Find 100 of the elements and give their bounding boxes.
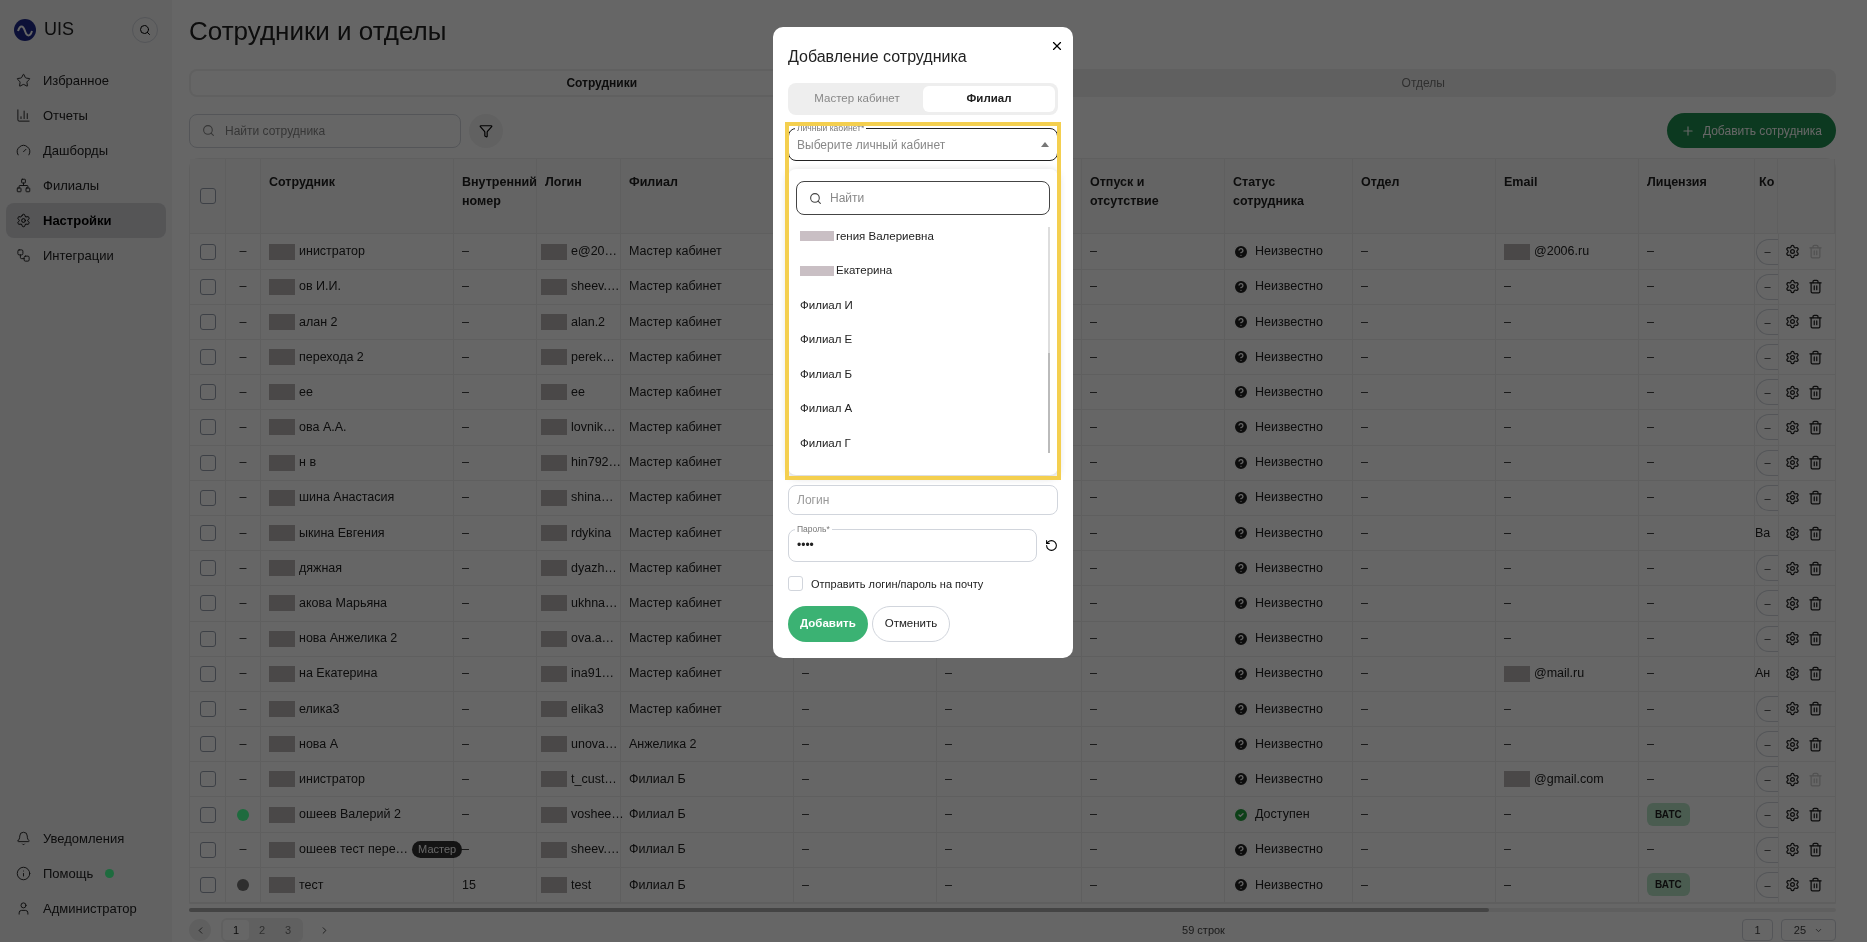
- row-checkbox[interactable]: [199, 876, 216, 893]
- filter-button[interactable]: [469, 113, 503, 148]
- sidebar-item[interactable]: Отчеты: [6, 98, 166, 133]
- page-size-select[interactable]: 25: [1781, 919, 1836, 941]
- row-checkbox[interactable]: [199, 349, 216, 366]
- segment-tab[interactable]: Филиал: [923, 86, 1055, 112]
- dropdown-option[interactable]: Екатерина: [796, 253, 1048, 288]
- settings-icon[interactable]: [1785, 314, 1800, 330]
- row-checkbox[interactable]: [199, 313, 216, 330]
- row-checkbox[interactable]: [199, 806, 216, 823]
- settings-icon[interactable]: [1785, 595, 1800, 611]
- close-icon[interactable]: [1050, 39, 1064, 53]
- hierarchy-icon: [16, 178, 31, 193]
- column-header: Филиал: [629, 175, 678, 190]
- redaction-block: [541, 806, 567, 823]
- settings-icon[interactable]: [1785, 455, 1800, 471]
- refresh-icon[interactable]: [1045, 538, 1058, 552]
- sidebar-item[interactable]: Дашборды: [6, 133, 166, 168]
- rows-count: 59 строк: [1182, 922, 1225, 938]
- table-cell-text: –: [462, 770, 469, 788]
- trash-icon[interactable]: [1808, 877, 1823, 893]
- table-cell-text: –: [1361, 735, 1368, 753]
- row-checkbox[interactable]: [199, 595, 216, 612]
- trash-icon[interactable]: [1808, 314, 1823, 330]
- table-cell-text: –: [1090, 383, 1097, 401]
- table-cell-text: –: [462, 524, 469, 542]
- sidebar-item[interactable]: Избранное: [6, 63, 166, 98]
- select-all-checkbox[interactable]: [199, 188, 216, 205]
- settings-icon[interactable]: [1785, 666, 1800, 682]
- settings-icon[interactable]: [1785, 701, 1800, 717]
- trash-icon[interactable]: [1808, 279, 1823, 295]
- settings-icon[interactable]: [1785, 807, 1800, 823]
- settings-icon[interactable]: [1785, 736, 1800, 752]
- row-checkbox[interactable]: [199, 771, 216, 788]
- dropdown-option[interactable]: гения Валериевна: [796, 219, 1048, 254]
- sidebar-item[interactable]: Помощь: [6, 856, 166, 891]
- trash-icon[interactable]: [1808, 631, 1823, 647]
- row-checkbox[interactable]: [199, 700, 216, 717]
- row-checkbox[interactable]: [199, 665, 216, 682]
- sidebar-item[interactable]: Настройки: [6, 203, 166, 238]
- row-checkbox[interactable]: [199, 278, 216, 295]
- dropdown-option[interactable]: Филиал Б: [796, 357, 1048, 392]
- row-checkbox[interactable]: [199, 525, 216, 542]
- row-checkbox[interactable]: [199, 489, 216, 506]
- row-checkbox[interactable]: [199, 384, 216, 401]
- settings-icon[interactable]: [1785, 842, 1800, 858]
- settings-icon[interactable]: [1785, 279, 1800, 295]
- trash-icon[interactable]: [1808, 595, 1823, 611]
- trash-icon[interactable]: [1808, 349, 1823, 365]
- row-checkbox[interactable]: [199, 454, 216, 471]
- trash-icon[interactable]: [1808, 736, 1823, 752]
- page-input[interactable]: 1: [1742, 919, 1773, 941]
- settings-icon[interactable]: [1785, 490, 1800, 506]
- settings-icon[interactable]: [1785, 384, 1800, 400]
- sidebar-item[interactable]: Филиалы: [6, 168, 166, 203]
- settings-icon[interactable]: [1785, 877, 1800, 893]
- dropdown-option[interactable]: Филиал Е: [796, 322, 1048, 357]
- sidebar-item[interactable]: Уведомления: [6, 821, 166, 856]
- add-button[interactable]: Добавить: [788, 606, 868, 642]
- dropdown-option[interactable]: Филиал А: [796, 391, 1048, 426]
- search-field[interactable]: Найти: [796, 181, 1050, 215]
- sidebar-item[interactable]: Администратор: [6, 891, 166, 926]
- table-cell-text: –: [1647, 700, 1654, 718]
- trash-icon[interactable]: [1808, 666, 1823, 682]
- login-field[interactable]: Логин: [788, 484, 1058, 515]
- row-checkbox[interactable]: [199, 736, 216, 753]
- add-employee-button[interactable]: Добавить сотрудника: [1666, 113, 1836, 149]
- table-cell-text: 15: [462, 876, 476, 894]
- redaction-block: [269, 489, 295, 506]
- table-cell-text: –: [462, 454, 469, 472]
- page-button[interactable]: 1: [223, 920, 249, 940]
- trash-icon[interactable]: [1808, 419, 1823, 435]
- settings-icon[interactable]: [1785, 631, 1800, 647]
- sidebar-item[interactable]: Интеграции: [6, 238, 166, 273]
- settings-icon[interactable]: [1785, 419, 1800, 435]
- settings-icon[interactable]: [1785, 560, 1800, 576]
- trash-icon[interactable]: [1808, 560, 1823, 576]
- dropdown-option[interactable]: Филиал И: [796, 288, 1048, 323]
- trash-icon[interactable]: [1808, 384, 1823, 400]
- row-checkbox[interactable]: [199, 419, 216, 436]
- table-cell-text: –: [239, 559, 247, 577]
- checkbox[interactable]: [788, 576, 803, 592]
- row-checkbox[interactable]: [199, 841, 216, 858]
- settings-icon[interactable]: [1785, 525, 1800, 541]
- table-cell-text: –: [945, 665, 952, 683]
- trash-icon[interactable]: [1808, 490, 1823, 506]
- trash-icon[interactable]: [1808, 455, 1823, 471]
- settings-icon[interactable]: [1785, 349, 1800, 365]
- dropdown-option[interactable]: Филиал Г: [796, 426, 1048, 461]
- row-checkbox[interactable]: [199, 560, 216, 577]
- search-icon: [809, 191, 822, 205]
- trash-icon[interactable]: [1808, 807, 1823, 823]
- row-checkbox[interactable]: [199, 243, 216, 260]
- trash-icon[interactable]: [1808, 842, 1823, 858]
- settings-icon[interactable]: [1785, 244, 1800, 260]
- trash-icon[interactable]: [1808, 525, 1823, 541]
- status-text: Неизвестно: [1255, 454, 1323, 472]
- trash-icon[interactable]: [1808, 701, 1823, 717]
- row-checkbox[interactable]: [199, 630, 216, 647]
- settings-icon[interactable]: [1785, 771, 1800, 787]
